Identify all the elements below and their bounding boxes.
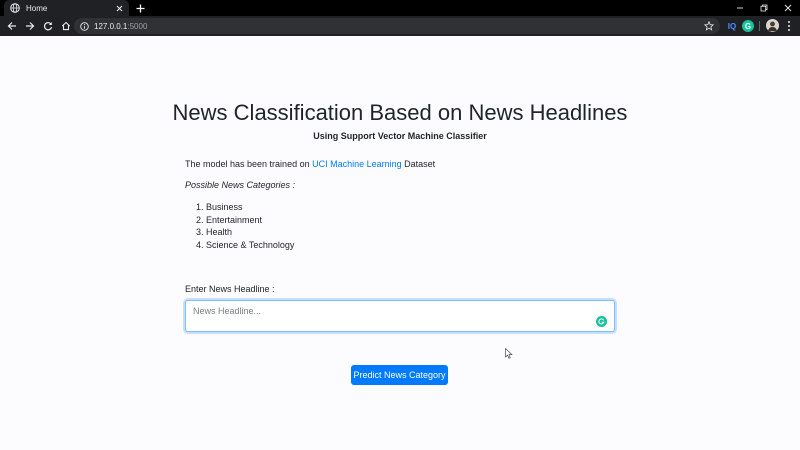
intro-text: The model has been trained on UCI Machin… (185, 159, 435, 169)
forward-arrow-icon[interactable] (22, 18, 38, 34)
intro-suffix: Dataset (401, 159, 436, 169)
new-tab-plus-icon[interactable] (133, 2, 147, 14)
page-title: News Classification Based on News Headli… (172, 100, 628, 125)
minimize-icon[interactable] (728, 0, 752, 16)
headline-input-label: Enter News Headline : (185, 284, 275, 294)
close-window-icon[interactable] (776, 0, 800, 16)
dataset-link[interactable]: UCI Machine Learning (312, 159, 402, 169)
category-label: Entertainment (206, 214, 263, 225)
category-label: Health (206, 227, 233, 237)
category-item-health: 3. Health (196, 226, 294, 239)
kebab-menu-icon[interactable] (784, 19, 794, 33)
category-number: 1. (196, 202, 204, 212)
bookmark-star-icon[interactable] (704, 21, 714, 31)
globe-icon (10, 3, 20, 13)
category-number: 4. (196, 239, 204, 250)
url-host: 127.0.0.1 (94, 21, 128, 31)
page-content: News Classification Based on News Headli… (0, 36, 800, 450)
category-number: 3. (196, 227, 204, 237)
home-icon[interactable] (58, 18, 74, 34)
browser-tabstrip: Home (0, 0, 800, 16)
info-icon[interactable] (80, 21, 89, 31)
back-arrow-icon[interactable] (4, 18, 20, 34)
browser-tab-home[interactable]: Home (4, 0, 129, 16)
reload-icon[interactable] (40, 18, 56, 34)
window-controls (728, 0, 800, 16)
category-item-science-technology: 4. Science & Technology (196, 239, 294, 252)
mouse-cursor-icon (505, 348, 513, 359)
url-text: 127.0.0.1:5000 (94, 22, 147, 31)
restore-icon[interactable] (752, 0, 776, 16)
categories-heading: Possible News Categories : (185, 180, 296, 190)
predict-news-category-button[interactable]: Predict News Category (351, 365, 448, 385)
address-bar[interactable]: 127.0.0.1:5000 (74, 18, 720, 34)
news-headline-input[interactable] (185, 300, 615, 332)
grammarly-icon[interactable] (596, 316, 607, 327)
url-port: :5000 (127, 21, 148, 31)
iq-extension-icon[interactable]: IQ (726, 20, 738, 32)
profile-avatar[interactable] (766, 19, 779, 32)
intro-prefix: The model has been trained on (185, 159, 313, 169)
categories-list: 1. Business 2. Entertainment 3. Health 4. Sc… (196, 201, 294, 251)
category-label: Business (206, 202, 243, 212)
browser-toolbar: 127.0.0.1:5000 IQ G (0, 16, 800, 36)
category-label: Science & Technology (206, 239, 295, 250)
category-number: 2. (196, 214, 204, 225)
tab-title: Home (26, 3, 48, 13)
grammarly-extension-icon[interactable]: G (742, 20, 754, 32)
category-item-business: 1. Business (196, 201, 294, 214)
category-item-entertainment: 2. Entertainment (196, 214, 294, 227)
page-subtitle: Using Support Vector Machine Classifier (313, 131, 487, 141)
close-tab-icon[interactable] (113, 2, 125, 14)
toolbar-divider (759, 21, 760, 31)
